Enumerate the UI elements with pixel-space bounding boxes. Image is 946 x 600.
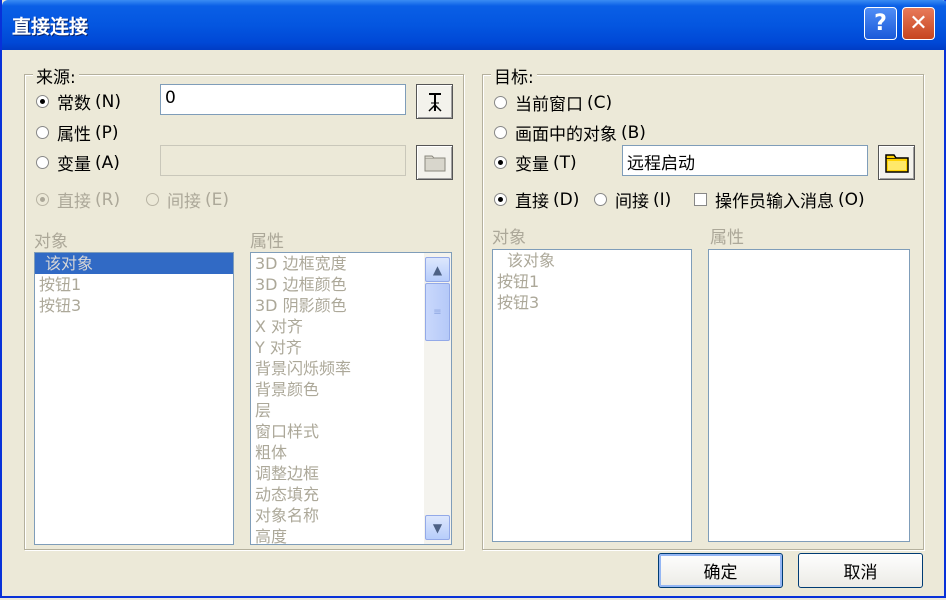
list-item[interactable]: 背景颜色	[251, 379, 451, 400]
list-item[interactable]: 调整边框	[251, 463, 451, 484]
source-variable-shortcut: (A)	[95, 152, 120, 173]
target-direct-shortcut: (D)	[553, 189, 580, 210]
constant-picker-button[interactable]	[416, 84, 453, 119]
source-properties-header: 属性	[250, 232, 284, 252]
source-indirect-shortcut: (E)	[205, 189, 230, 210]
target-indirect-shortcut: (I)	[653, 189, 672, 210]
target-screen-object-shortcut: (B)	[621, 122, 646, 143]
folder-icon	[884, 153, 909, 173]
target-variable-input[interactable]: 远程启动	[622, 145, 868, 176]
operator-message-label: 操作员输入消息	[715, 192, 834, 212]
checkbox-indicator[interactable]	[694, 193, 707, 206]
source-property-shortcut: (P)	[95, 122, 119, 143]
list-item[interactable]: 按钮3	[493, 292, 691, 313]
list-item[interactable]: 对象名称	[251, 505, 451, 526]
properties-scrollbar[interactable]: ▲ ≡ ▼	[424, 253, 451, 544]
list-item[interactable]: 层	[251, 400, 451, 421]
radio-indicator[interactable]	[146, 193, 159, 206]
source-variable-radio[interactable]: 变量 (A)	[36, 150, 120, 175]
list-item[interactable]: 该对象	[493, 250, 691, 271]
list-item[interactable]: 3D 边框颜色	[251, 274, 451, 295]
list-item[interactable]: 背景闪烁频率	[251, 358, 451, 379]
source-objects-list[interactable]: 该对象 按钮1 按钮3	[34, 252, 234, 545]
dialog-window: 直接连接 ? ✕ 来源: 常数 (N) 0 属性 (P) 变量 (A) 直接 (…	[0, 0, 946, 598]
target-current-window-shortcut: (C)	[587, 92, 613, 113]
target-objects-list[interactable]: 该对象 按钮1 按钮3	[492, 249, 692, 542]
source-constant-radio[interactable]: 常数 (N)	[36, 89, 121, 114]
folder-icon	[424, 155, 445, 171]
target-group-label: 目标:	[491, 63, 537, 88]
radio-indicator[interactable]	[36, 193, 49, 206]
cursor-pick-icon	[427, 92, 442, 112]
source-variable-label: 变量	[57, 155, 91, 175]
target-screen-object-radio[interactable]: 画面中的对象 (B)	[494, 120, 646, 145]
operator-message-shortcut: (O)	[838, 189, 865, 210]
target-properties-header: 属性	[710, 228, 744, 248]
source-constant-shortcut: (N)	[95, 91, 121, 112]
list-item[interactable]: Y 对齐	[251, 337, 451, 358]
scroll-thumb[interactable]: ≡	[425, 283, 450, 341]
close-button[interactable]: ✕	[902, 7, 935, 40]
radio-indicator[interactable]	[494, 193, 507, 206]
list-item[interactable]: 按钮1	[35, 274, 233, 295]
source-indirect-label: 间接	[167, 192, 201, 212]
target-current-window-label: 当前窗口	[515, 95, 583, 115]
list-item[interactable]: 按钮1	[493, 271, 691, 292]
radio-indicator[interactable]	[36, 126, 49, 139]
scroll-down-icon[interactable]: ▼	[425, 515, 450, 540]
list-item[interactable]: 高度	[251, 526, 451, 544]
operator-message-checkbox[interactable]: 操作员输入消息 (O)	[694, 187, 865, 212]
source-indirect-radio[interactable]: 间接 (E)	[146, 187, 229, 212]
radio-indicator[interactable]	[494, 156, 507, 169]
source-property-radio[interactable]: 属性 (P)	[36, 120, 119, 145]
source-direct-radio[interactable]: 直接 (R)	[36, 187, 120, 212]
ok-button[interactable]: 确定	[658, 553, 783, 588]
target-properties-list[interactable]	[708, 249, 910, 542]
source-group-label: 来源:	[33, 63, 79, 88]
source-property-label: 属性	[57, 125, 91, 145]
dialog-title: 直接连接	[12, 16, 89, 38]
target-variable-browse-button[interactable]	[878, 145, 915, 180]
list-item[interactable]: X 对齐	[251, 316, 451, 337]
radio-indicator[interactable]	[36, 156, 49, 169]
target-variable-shortcut: (T)	[553, 152, 577, 173]
list-item[interactable]: 该对象	[35, 253, 233, 274]
help-button[interactable]: ?	[864, 7, 897, 40]
list-item[interactable]: 3D 阴影颜色	[251, 295, 451, 316]
list-item[interactable]: 动态填充	[251, 484, 451, 505]
scroll-up-icon[interactable]: ▲	[425, 257, 450, 282]
radio-indicator[interactable]	[36, 95, 49, 108]
source-variable-browse-button[interactable]	[416, 145, 453, 180]
target-variable-label: 变量	[515, 155, 549, 175]
source-properties-list[interactable]: 3D 边框宽度 3D 边框颜色 3D 阴影颜色 X 对齐 Y 对齐 背景闪烁频率…	[250, 252, 452, 545]
source-variable-input[interactable]	[160, 145, 406, 176]
target-current-window-radio[interactable]: 当前窗口 (C)	[494, 90, 612, 115]
target-objects-header: 对象	[492, 228, 526, 248]
list-item[interactable]: 窗口样式	[251, 421, 451, 442]
constant-value-input[interactable]: 0	[160, 84, 406, 115]
source-direct-label: 直接	[57, 192, 91, 212]
list-item[interactable]: 3D 边框宽度	[251, 253, 451, 274]
radio-indicator[interactable]	[594, 193, 607, 206]
target-screen-object-label: 画面中的对象	[515, 125, 617, 145]
target-indirect-label: 间接	[615, 192, 649, 212]
radio-indicator[interactable]	[494, 126, 507, 139]
radio-indicator[interactable]	[494, 96, 507, 109]
cancel-button[interactable]: 取消	[798, 553, 923, 588]
list-item[interactable]: 按钮3	[35, 295, 233, 316]
target-direct-radio[interactable]: 直接 (D)	[494, 187, 579, 212]
target-variable-radio[interactable]: 变量 (T)	[494, 150, 577, 175]
source-direct-shortcut: (R)	[95, 189, 121, 210]
title-bar: 直接连接 ? ✕	[2, 0, 946, 50]
list-item[interactable]: 粗体	[251, 442, 451, 463]
source-constant-label: 常数	[57, 94, 91, 114]
target-indirect-radio[interactable]: 间接 (I)	[594, 187, 671, 212]
source-objects-header: 对象	[34, 232, 68, 252]
target-direct-label: 直接	[515, 192, 549, 212]
